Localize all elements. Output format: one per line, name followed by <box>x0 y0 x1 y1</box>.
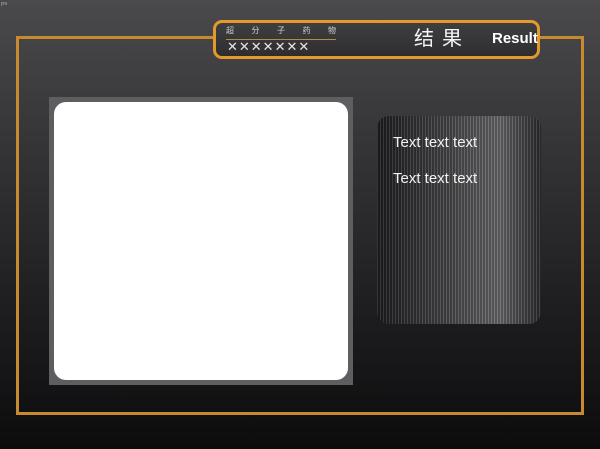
subtitle-char: 药 <box>302 26 311 35</box>
subtitle-char: 分 <box>251 26 260 35</box>
title-box: 超 分 子 药 物 ✕✕✕✕✕✕✕ 结果 Result <box>213 20 540 59</box>
text-panel: Text text text Text text text <box>377 116 541 324</box>
page-title-zh: 结果 <box>414 26 470 50</box>
image-placeholder <box>54 102 348 380</box>
subtitle-char: 物 <box>328 26 336 35</box>
subtitle-char: 超 <box>226 26 234 35</box>
subtitle-char: 子 <box>277 26 285 35</box>
cross-marks: ✕✕✕✕✕✕✕ <box>227 40 311 55</box>
page-title-en: Result <box>492 30 538 47</box>
text-line: Text text text <box>393 170 478 187</box>
corner-mark: ᵖᵃ <box>1 0 8 9</box>
image-placeholder-frame <box>49 97 353 385</box>
text-line: Text text text <box>393 134 478 151</box>
subtitle-chars: 超 分 子 药 物 <box>226 26 336 36</box>
